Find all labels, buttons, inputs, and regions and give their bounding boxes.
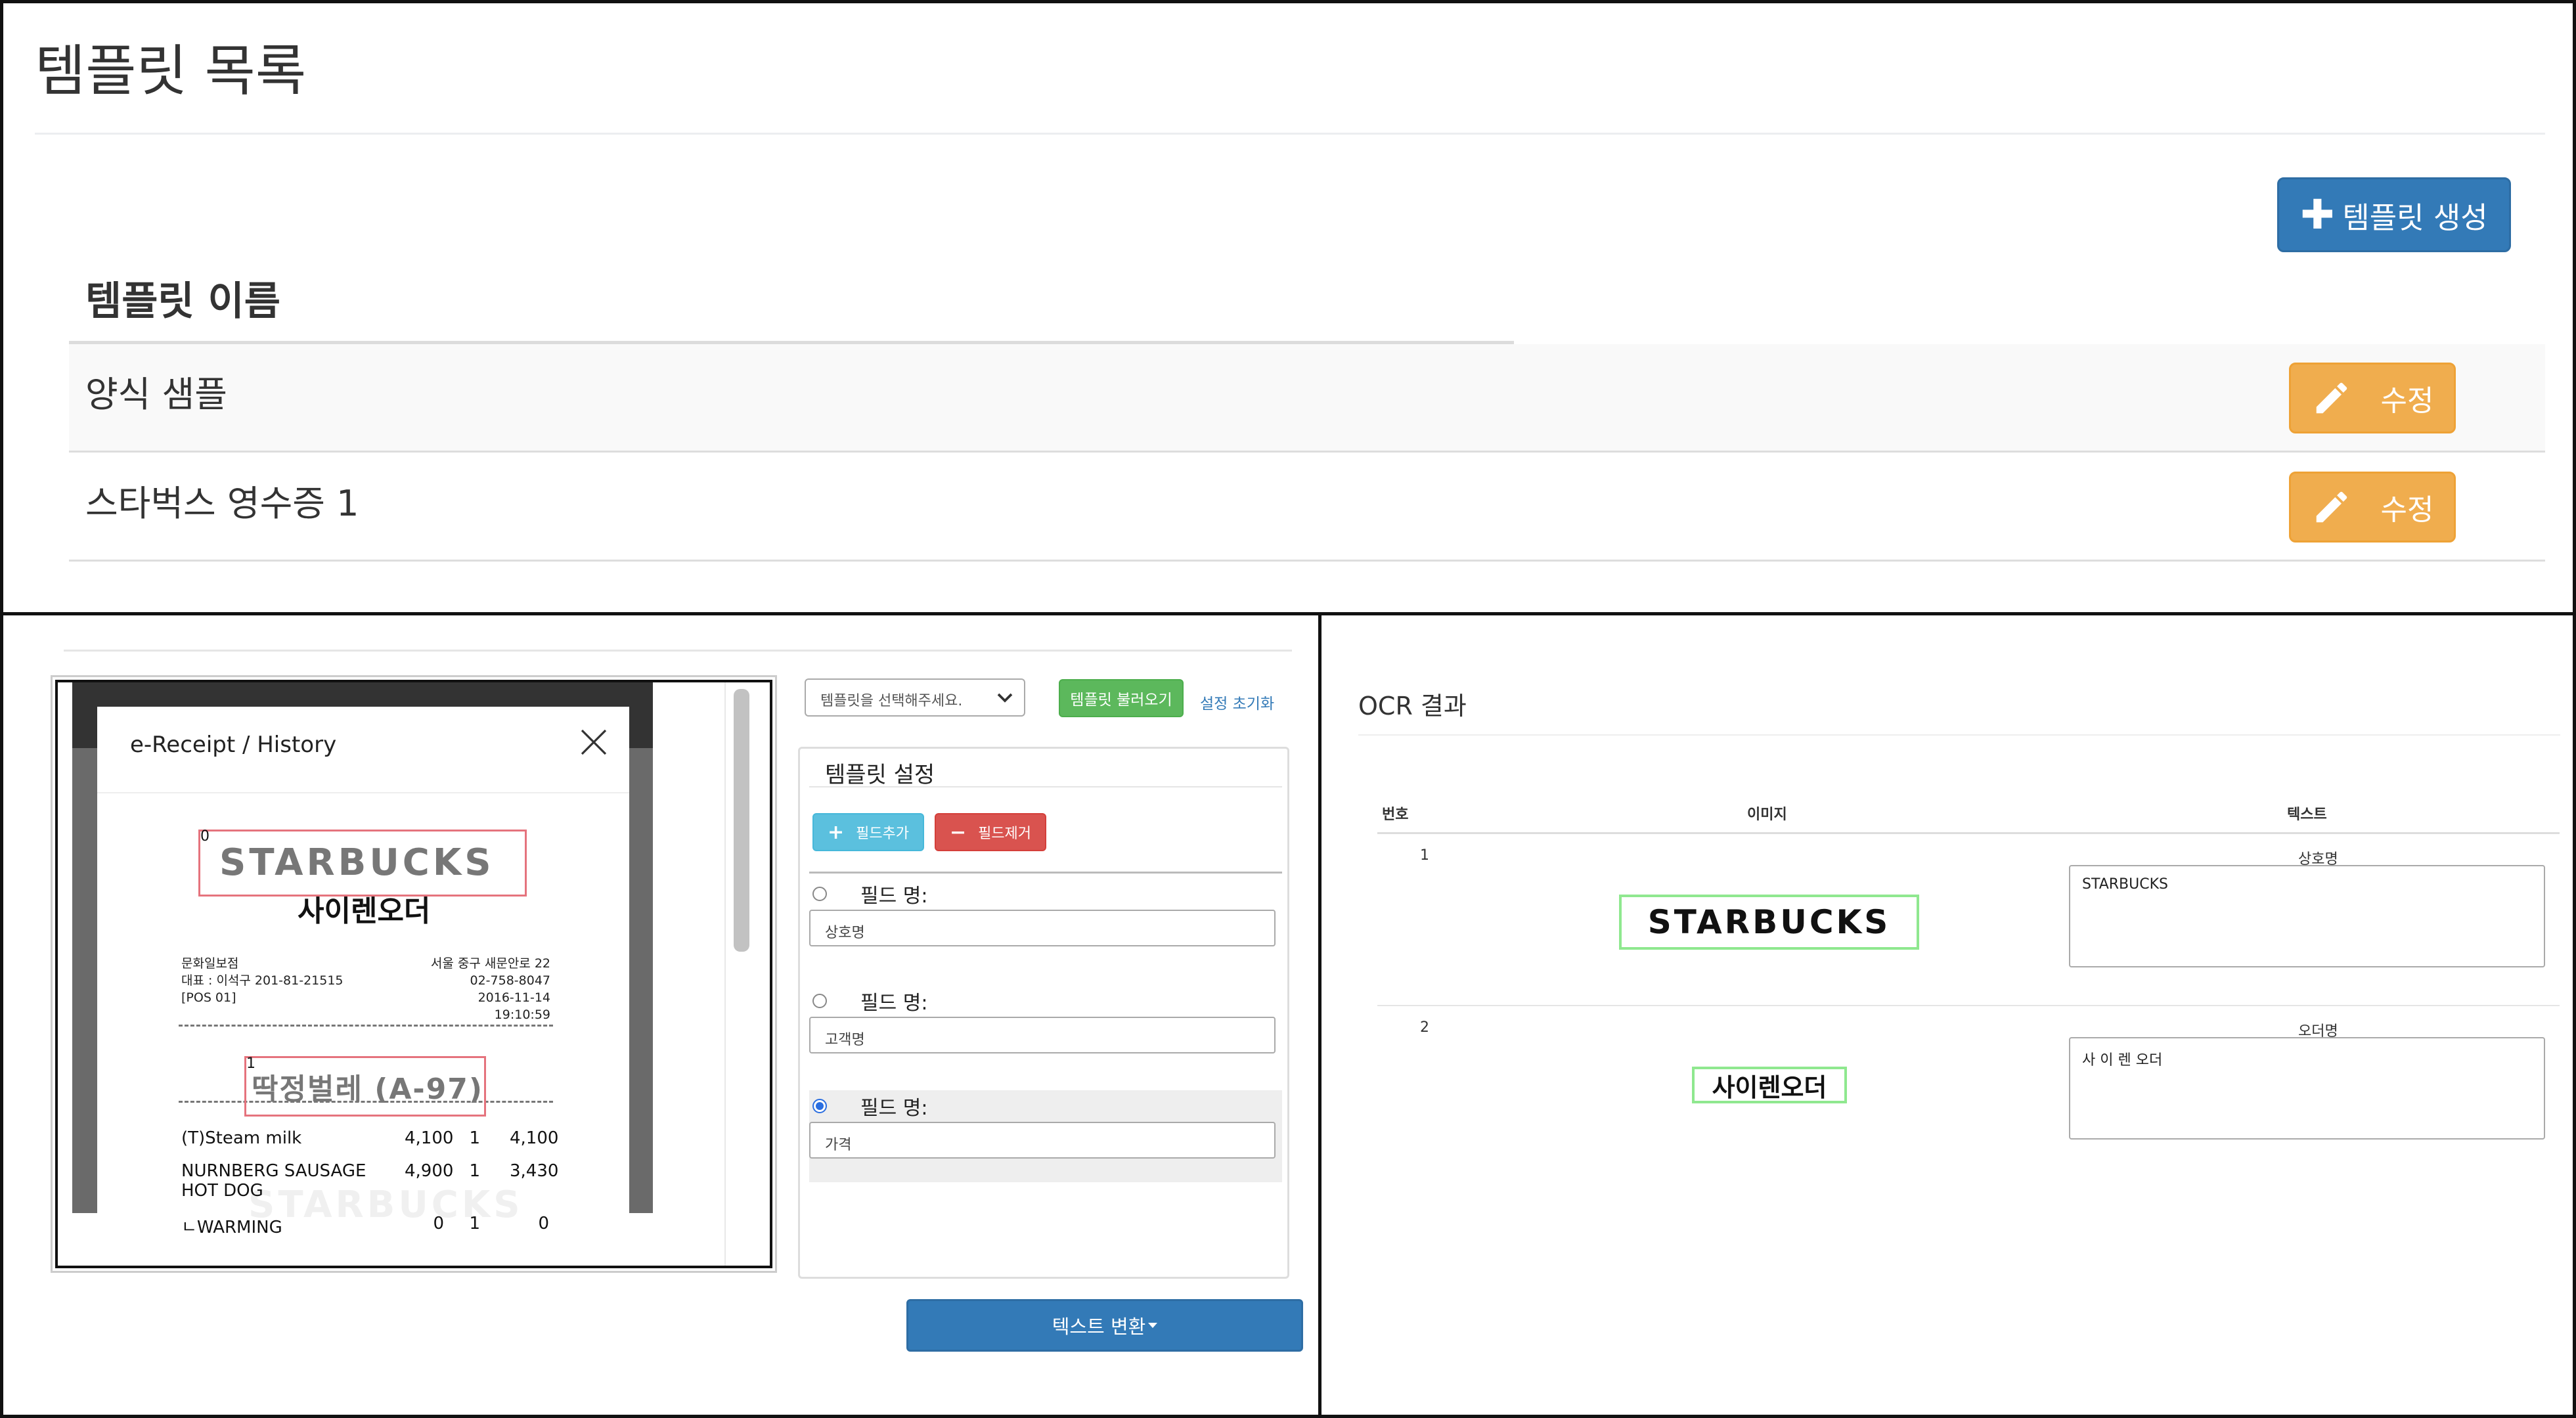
ocr-image-crop: 사이렌오더 [1692,1067,1847,1103]
ocr-result-panel: OCR 결과 번호 이미지 텍스트 1 상호명 STARBUCKS STARBU… [1318,612,2576,1418]
caret-down-icon [1148,1323,1158,1328]
field-box-label: 0 [200,828,210,845]
template-name: 양식 샘플 [85,374,227,415]
field-name-input[interactable]: 고객명 [809,1017,1276,1053]
template-select[interactable]: 템플릿을 선택해주세요. [805,678,1025,717]
receipt-item: HOT DOG [181,1181,263,1201]
page-title: 템플릿 목록 [35,39,307,103]
field-name-input[interactable]: 가격 [809,1122,1276,1159]
image-scrollbar[interactable] [724,682,757,1266]
ocr-text-area[interactable]: STARBUCKS [2069,865,2545,967]
field-label: 필드 명: [860,992,928,1015]
pencil-icon [2316,382,2347,414]
receipt-image: e-Receipt / History STARBUCKS 사이렌오더 문화일보… [55,680,772,1268]
add-field-button[interactable]: + 필드추가 [812,813,924,851]
receipt-item: NURNBERG SAUSAGE 4,900 1 3,430 [181,1161,559,1181]
field-label: 필드 명: [860,1097,928,1120]
template-name: 스타벅스 영수증 1 [85,483,359,524]
field-label: 필드 명: [860,885,928,908]
receipt-store-contact: 서울 중구 새문안로 22 02-758-8047 2016-11-14 19:… [430,956,550,1022]
receipt-store-info: 문화일보점 대표 : 이석구 201-81-21515 [POS 01] [181,956,344,1005]
row-number: 2 [1420,1019,1429,1036]
column-header-template-name: 템플릿 이름 [85,278,280,324]
column-header-image: 이미지 [1747,807,1787,823]
ocr-text-area[interactable]: 사 이 렌 오더 [2069,1037,2545,1140]
field-box-label: 1 [246,1055,255,1072]
column-header-text: 텍스트 [2287,807,2327,823]
receipt-item: ㄴWARMING 0 1 0 [181,1214,549,1237]
template-list-panel: 템플릿 목록 ✚ 템플릿 생성 템플릿 이름 양식 샘플 수정 스타벅스 영수증… [0,0,2576,615]
edit-label: 수정 [2380,493,2434,527]
field-radio[interactable] [812,1099,827,1113]
pencil-icon [2316,491,2347,523]
plus-icon: + [827,820,845,844]
edit-button[interactable]: 수정 [2289,363,2456,433]
settings-title: 템플릿 설정 [825,762,935,788]
field-box-0[interactable] [198,830,527,897]
edit-button[interactable]: 수정 [2289,472,2456,543]
receipt-item: (T)Steam milk 4,100 1 4,100 [181,1128,559,1148]
create-template-label: 템플릿 생성 [2342,200,2488,235]
field-radio[interactable] [812,994,827,1008]
field-item: 필드 명: 상호명 [809,878,1282,970]
table-row: 스타벅스 영수증 1 수정 [69,453,2545,562]
create-template-button[interactable]: ✚ 템플릿 생성 [2277,177,2511,252]
scrollbar-thumb[interactable] [734,689,749,952]
template-select-placeholder: 템플릿을 선택해주세요. [820,693,963,709]
field-item: 필드 명: 고객명 [809,985,1282,1077]
field-name-input[interactable]: 상호명 [809,910,1276,946]
edit-label: 수정 [2380,384,2434,418]
receipt-image-viewer[interactable]: e-Receipt / History STARBUCKS 사이렌오더 문화일보… [51,675,777,1273]
convert-text-button[interactable]: 텍스트 변환 [906,1299,1303,1352]
plus-icon: ✚ [2300,190,2335,238]
editor-divider [64,650,1292,652]
load-template-button[interactable]: 템플릿 불러오기 [1059,679,1184,717]
table-row: 양식 샘플 수정 [69,344,2545,453]
template-editor-panel: e-Receipt / History STARBUCKS 사이렌오더 문화일보… [0,612,1321,1418]
chevron-down-icon [997,693,1013,703]
table-row: 1 상호명 STARBUCKS STARBUCKS [1377,842,2560,1014]
minus-icon: − [949,820,967,844]
field-item: 필드 명: 가격 [809,1090,1282,1182]
close-icon [581,729,607,755]
field-box-1[interactable] [244,1056,486,1117]
column-header-no: 번호 [1382,807,1409,823]
remove-field-button[interactable]: − 필드제거 [935,813,1046,851]
convert-text-label: 텍스트 변환 [1052,1316,1146,1338]
field-radio[interactable] [812,887,827,901]
ocr-image-crop: STARBUCKS [1619,895,1919,950]
template-settings-panel: 템플릿 설정 + 필드추가 − 필드제거 필드 명: 상호명 필드 명: 고객명… [798,747,1289,1279]
receipt-modal: e-Receipt / History STARBUCKS 사이렌오더 문화일보… [97,707,629,1237]
reset-settings-link[interactable]: 설정 초기화 [1200,691,1274,713]
receipt-modal-title: e-Receipt / History [130,732,337,758]
ocr-title: OCR 결과 [1358,692,1467,720]
table-row: 2 오더명 사이렌오더 사 이 렌 오더 [1377,1014,2560,1186]
row-number: 1 [1420,847,1429,864]
title-divider [35,133,2545,135]
